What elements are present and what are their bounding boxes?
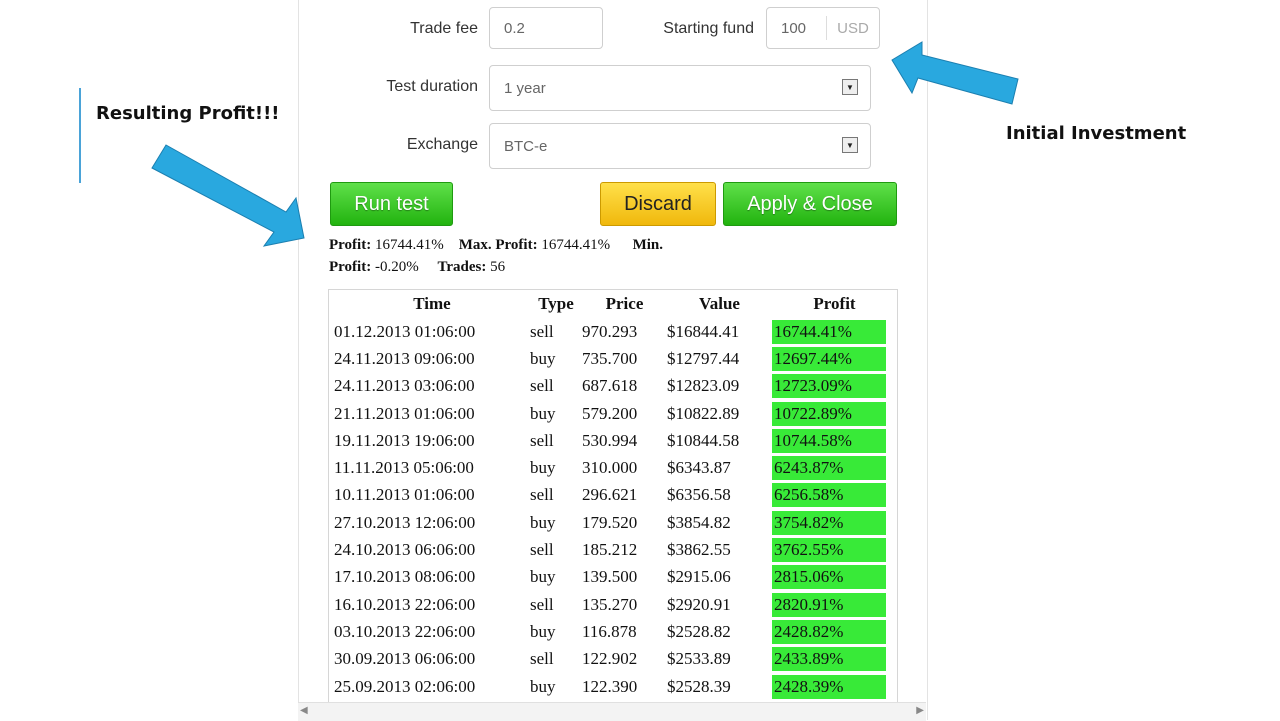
arrow-right-icon — [891, 41, 1019, 105]
annotation-arrows — [151, 41, 1019, 247]
arrow-left-icon — [151, 144, 305, 247]
